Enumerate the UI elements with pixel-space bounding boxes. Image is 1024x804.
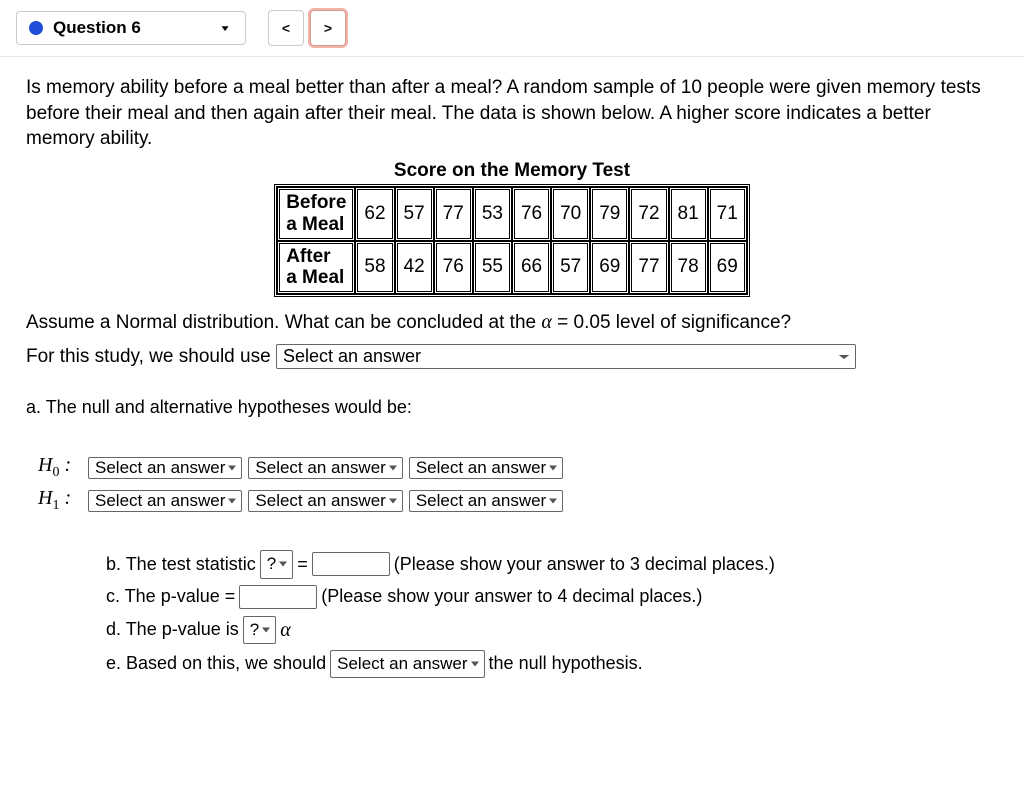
part-e: e. Based on this, we should Select an an… — [106, 650, 998, 678]
study-line: For this study, we should use Select an … — [26, 344, 998, 369]
study-type-select[interactable]: Select an answer — [276, 344, 856, 369]
sub-parts: b. The test statistic ? = (Please show y… — [106, 550, 998, 678]
cell: 66 — [512, 241, 551, 295]
alpha-symbol-d: α — [280, 615, 291, 646]
question-label: Question 6 — [53, 18, 209, 38]
next-button[interactable]: > — [310, 10, 346, 46]
content-area: Is memory ability before a meal better t… — [0, 57, 1024, 706]
table-row: Aftera Meal 58 42 76 55 66 57 69 77 78 6… — [277, 241, 747, 295]
h1-param-select[interactable]: Select an answer — [88, 490, 242, 512]
status-dot-icon — [29, 21, 43, 35]
row-header-before: Beforea Meal — [277, 187, 355, 241]
cell: 77 — [434, 187, 473, 241]
cell: 53 — [473, 187, 512, 241]
table-row: Beforea Meal 62 57 77 53 76 70 79 72 81 … — [277, 187, 747, 241]
cell: 79 — [590, 187, 629, 241]
question-selector[interactable]: Question 6 ▼ — [16, 11, 246, 45]
h0-row: H0 : Select an answer Select an answer S… — [26, 454, 998, 481]
cell: 57 — [395, 187, 434, 241]
header-bar: Question 6 ▼ < > — [0, 0, 1024, 57]
cell: 69 — [590, 241, 629, 295]
alpha-symbol: α — [541, 311, 552, 333]
decision-select[interactable]: Select an answer — [330, 650, 484, 678]
h0-value-select[interactable]: Select an answer — [409, 457, 563, 479]
cell: 71 — [708, 187, 747, 241]
cell: 76 — [512, 187, 551, 241]
cell: 69 — [708, 241, 747, 295]
h1-op-select[interactable]: Select an answer — [248, 490, 402, 512]
h1-label: H1 : — [38, 487, 82, 514]
part-b: b. The test statistic ? = (Please show y… — [106, 550, 998, 578]
data-table-wrap: Beforea Meal 62 57 77 53 76 70 79 72 81 … — [26, 184, 998, 297]
prev-button[interactable]: < — [268, 10, 304, 46]
cell: 81 — [669, 187, 708, 241]
test-stat-input[interactable] — [312, 552, 390, 576]
h0-label: H0 : — [38, 454, 82, 481]
part-a-intro: a. The null and alternative hypotheses w… — [26, 397, 998, 418]
cell: 78 — [669, 241, 708, 295]
cell: 77 — [629, 241, 668, 295]
chevron-left-icon: < — [282, 20, 290, 36]
pvalue-compare-select[interactable]: ? — [243, 616, 276, 644]
part-c: c. The p-value = (Please show your answe… — [106, 583, 998, 611]
pvalue-input[interactable] — [239, 585, 317, 609]
table-title: Score on the Memory Test — [26, 160, 998, 182]
caret-down-icon: ▼ — [219, 23, 231, 33]
row-header-after: Aftera Meal — [277, 241, 355, 295]
cell: 58 — [355, 241, 394, 295]
cell: 62 — [355, 187, 394, 241]
cell: 55 — [473, 241, 512, 295]
part-d: d. The p-value is ? α — [106, 615, 998, 646]
question-prompt: Is memory ability before a meal better t… — [26, 75, 996, 152]
cell: 42 — [395, 241, 434, 295]
cell: 57 — [551, 241, 590, 295]
h1-value-select[interactable]: Select an answer — [409, 490, 563, 512]
h1-row: H1 : Select an answer Select an answer S… — [26, 487, 998, 514]
chevron-right-icon: > — [324, 20, 332, 36]
cell: 72 — [629, 187, 668, 241]
test-stat-symbol-select[interactable]: ? — [260, 550, 293, 578]
hypotheses-block: H0 : Select an answer Select an answer S… — [26, 454, 998, 514]
h0-param-select[interactable]: Select an answer — [88, 457, 242, 479]
assume-line: Assume a Normal distribution. What can b… — [26, 311, 998, 334]
data-table: Beforea Meal 62 57 77 53 76 70 79 72 81 … — [274, 184, 750, 297]
h0-op-select[interactable]: Select an answer — [248, 457, 402, 479]
cell: 76 — [434, 241, 473, 295]
cell: 70 — [551, 187, 590, 241]
